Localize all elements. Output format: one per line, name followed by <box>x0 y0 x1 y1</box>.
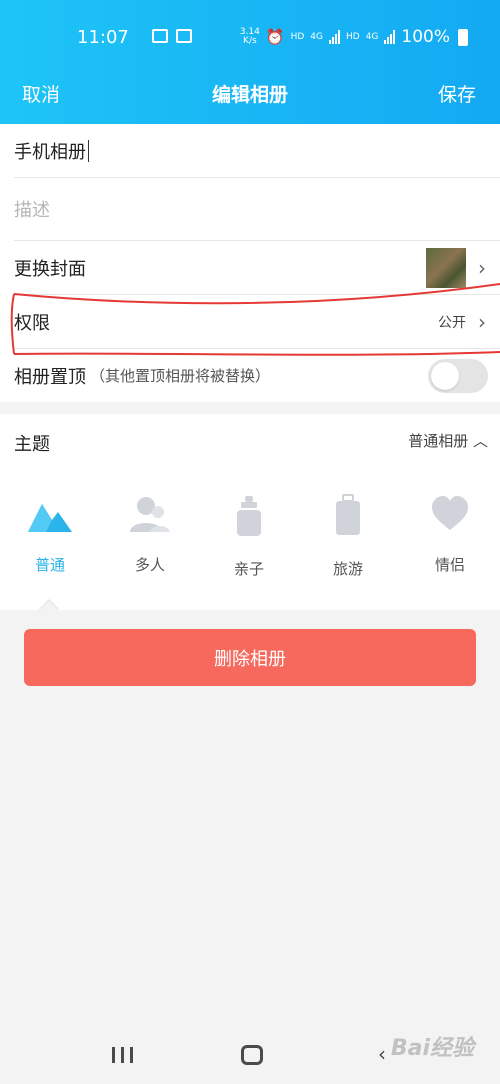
chevron-up-icon: ︿ <box>472 432 488 450</box>
theme-item-family[interactable]: 亲子 <box>209 494 289 579</box>
pin-album-hint: （其他置顶相册将被替换） <box>90 367 271 385</box>
delete-album-button[interactable]: 删除相册 <box>24 629 476 686</box>
theme-selector[interactable]: 普通相册 ︿ <box>408 430 488 451</box>
album-settings-card: 手机相册 描述 更换封面 › 权限 公开 › 相册置顶 （其他置顶相册将被替换） <box>0 124 500 402</box>
page-title: 编辑相册 <box>211 84 288 106</box>
album-name-field[interactable]: 手机相册 <box>14 124 500 178</box>
signal-icon-2 <box>384 30 396 44</box>
save-button[interactable]: 保存 <box>438 80 476 107</box>
network-speed: 3.14 K/s <box>239 27 260 46</box>
chevron-right-icon: › <box>478 255 486 280</box>
baidu-watermark: Bai经验 <box>390 1036 474 1061</box>
nav-bar: 取消 编辑相册 保存 <box>0 80 500 106</box>
permission-row[interactable]: 权限 公开 › <box>14 295 500 349</box>
description-placeholder: 描述 <box>14 200 50 221</box>
theme-item-couple[interactable]: 情侣 <box>410 494 490 575</box>
permission-value: 公开 <box>438 314 466 331</box>
baby-bottle-icon <box>237 496 261 536</box>
back-icon[interactable]: ‹ <box>378 1042 386 1066</box>
selected-theme-caret <box>39 599 59 619</box>
status-bar: 11:07 3.14 K/s ⏰ HD 4G HD 4G 100% <box>0 27 500 51</box>
network-type-1: 4G <box>310 31 323 42</box>
hd-badge-1: HD <box>290 31 305 42</box>
theme-title: 主题 <box>14 434 50 455</box>
chevron-right-icon: › <box>478 309 486 334</box>
change-cover-label: 更换封面 <box>14 258 86 280</box>
recents-icon[interactable] <box>112 1047 133 1063</box>
theme-item-normal[interactable]: 普通 <box>10 494 90 575</box>
text-cursor <box>88 139 89 162</box>
permission-label: 权限 <box>14 312 50 334</box>
heart-icon <box>432 496 468 530</box>
cancel-button[interactable]: 取消 <box>22 80 60 107</box>
network-type-2: 4G <box>365 31 379 42</box>
alarm-icon: ⏰ <box>265 28 285 46</box>
album-name-value: 手机相册 <box>14 141 86 163</box>
suitcase-icon <box>336 494 360 535</box>
theme-item-travel[interactable]: 旅游 <box>308 494 388 579</box>
theme-section: 主题 普通相册 ︿ 普通 多人 亲子 旅游 情侣 <box>0 414 500 619</box>
status-time: 11:07 <box>77 27 129 48</box>
cover-thumbnail <box>426 247 466 288</box>
home-icon[interactable] <box>241 1045 263 1065</box>
signal-icon-1 <box>328 30 340 44</box>
mountain-icon <box>28 504 72 532</box>
toggle-knob <box>431 361 459 390</box>
hd-badge-2: HD <box>345 31 360 42</box>
wifi-notification-icon <box>176 29 192 43</box>
change-cover-row[interactable]: 更换封面 › <box>14 241 500 295</box>
app-header: 11:07 3.14 K/s ⏰ HD 4G HD 4G 100% 取消 编辑相… <box>0 0 500 124</box>
description-field[interactable]: 描述 <box>14 178 500 241</box>
pin-album-row: 相册置顶 （其他置顶相册将被替换） <box>14 349 500 402</box>
theme-item-group[interactable]: 多人 <box>110 494 190 575</box>
gallery-notification-icon <box>152 29 168 43</box>
battery-icon <box>458 28 468 46</box>
battery-percent: 100% <box>401 27 450 47</box>
pin-album-toggle[interactable] <box>428 358 488 393</box>
pin-album-label: 相册置顶 <box>14 366 86 388</box>
people-icon <box>130 497 170 532</box>
